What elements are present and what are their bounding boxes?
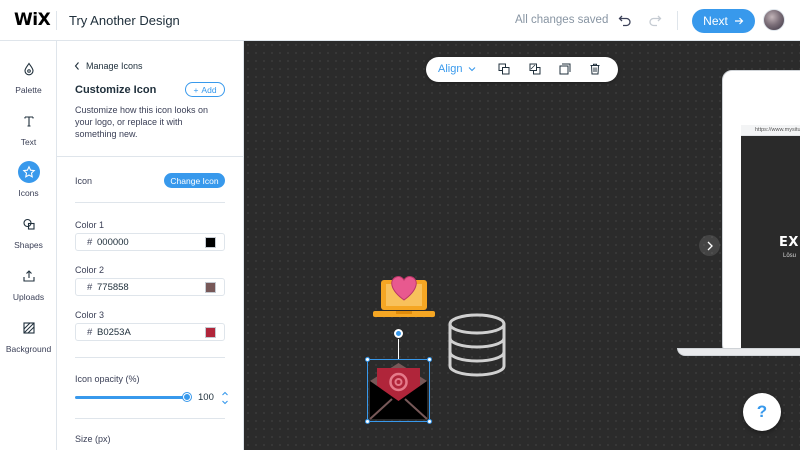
hash-symbol: # — [87, 237, 93, 248]
save-status: All changes saved — [515, 14, 609, 26]
drop-icon — [18, 58, 40, 80]
rail-label: Background — [5, 344, 52, 354]
database-icon[interactable] — [446, 313, 510, 379]
floating-toolbar: Align — [426, 57, 618, 82]
color-3-swatch[interactable] — [205, 327, 216, 338]
color-3-field[interactable]: # B0253A — [75, 323, 225, 341]
plus-icon: + — [193, 84, 199, 95]
chevron-left-icon — [74, 62, 79, 70]
hash-symbol: # — [87, 282, 93, 293]
divider — [75, 357, 225, 358]
hash-symbol: # — [87, 327, 93, 338]
laptop-base — [677, 348, 800, 356]
resize-handle[interactable] — [365, 357, 370, 362]
rail-label: Text — [20, 137, 37, 147]
opacity-label: Icon opacity (%) — [75, 374, 140, 384]
chevron-up-icon — [222, 391, 228, 396]
background-icon — [18, 317, 40, 339]
align-label: Align — [438, 63, 463, 75]
rotate-handle[interactable] — [394, 329, 403, 338]
star-icon — [17, 161, 40, 183]
chevron-right-icon — [707, 241, 713, 250]
color-2-field[interactable]: # 775858 — [75, 278, 225, 296]
design-canvas[interactable]: Align https://www.mysitu EX Lösu ? — [244, 41, 800, 450]
color-3-label: Color 3 — [75, 310, 105, 320]
preview-subtext: Lösu — [783, 253, 797, 259]
rail-label: Shapes — [14, 240, 43, 250]
align-dropdown[interactable]: Align — [438, 63, 476, 75]
change-icon-button[interactable]: Change Icon — [164, 173, 225, 188]
rail-item-uploads[interactable]: Uploads — [0, 265, 57, 311]
resize-handle[interactable] — [427, 357, 432, 362]
next-label: Next — [703, 14, 728, 28]
opacity-slider-thumb[interactable] — [183, 393, 191, 401]
opacity-stepper[interactable] — [220, 390, 230, 406]
selection-box — [367, 359, 430, 422]
divider — [75, 418, 225, 419]
resize-handle[interactable] — [365, 419, 370, 424]
next-button[interactable]: Next — [692, 9, 755, 33]
arrow-right-icon — [734, 17, 744, 25]
upload-icon — [18, 265, 40, 287]
top-bar: WiX Try Another Design All changes saved… — [0, 0, 800, 41]
divider — [677, 11, 678, 30]
arrange-forward-icon[interactable] — [497, 62, 511, 76]
laptop-preview: https://www.mysitu — [722, 70, 800, 356]
color-1-hex[interactable]: 000000 — [97, 237, 129, 248]
color-2-label: Color 2 — [75, 265, 105, 275]
duplicate-icon[interactable] — [558, 62, 572, 76]
panel-description: Customize how this icon looks on your lo… — [75, 105, 209, 139]
next-preview-button[interactable] — [699, 235, 720, 256]
laptop-heart-icon[interactable] — [372, 263, 437, 321]
divider — [75, 202, 225, 203]
add-label: Add — [201, 84, 217, 95]
rail-label: Icons — [18, 188, 39, 198]
color-1-swatch[interactable] — [205, 237, 216, 248]
divider — [56, 11, 57, 30]
customize-icon-panel: Manage Icons Customize Icon + Add Custom… — [57, 41, 244, 450]
help-button[interactable]: ? — [743, 393, 781, 431]
color-1-field[interactable]: # 000000 — [75, 233, 225, 251]
rail-label: Uploads — [12, 292, 45, 302]
opacity-value[interactable]: 100 — [198, 392, 214, 403]
color-3-hex[interactable]: B0253A — [97, 327, 131, 338]
resize-handle[interactable] — [427, 419, 432, 424]
site-name[interactable]: Try Another Design — [69, 13, 180, 28]
shapes-icon — [18, 213, 40, 235]
preview-url: https://www.mysitu — [741, 125, 800, 136]
add-button[interactable]: + Add — [185, 82, 225, 97]
left-rail: Palette Text Icons Shapes Uploads Backgr… — [0, 41, 57, 450]
rail-item-icons[interactable]: Icons — [0, 161, 57, 207]
icon-label: Icon — [75, 176, 93, 186]
color-1-label: Color 1 — [75, 220, 105, 230]
opacity-slider-track[interactable] — [75, 396, 187, 399]
arrange-backward-icon[interactable] — [528, 62, 542, 76]
wix-logo[interactable]: WiX — [14, 10, 51, 30]
divider — [57, 156, 244, 157]
rail-item-background[interactable]: Background — [0, 317, 57, 363]
panel-title: Customize Icon — [75, 84, 157, 96]
size-label: Size (px) — [75, 434, 111, 444]
chevron-down-icon — [222, 400, 228, 405]
rail-item-text[interactable]: Text — [0, 110, 57, 156]
rail-item-palette[interactable]: Palette — [0, 58, 57, 104]
rotate-connector — [398, 339, 399, 359]
color-2-hex[interactable]: 775858 — [97, 282, 129, 293]
back-link-label: Manage Icons — [86, 61, 143, 71]
rail-label: Palette — [15, 85, 42, 95]
back-link[interactable]: Manage Icons — [74, 61, 143, 71]
text-icon — [18, 110, 40, 132]
undo-icon[interactable] — [616, 11, 634, 29]
avatar[interactable] — [763, 9, 785, 31]
preview-brand: EX — [779, 235, 799, 250]
color-2-swatch[interactable] — [205, 282, 216, 293]
delete-icon[interactable] — [588, 62, 602, 76]
chevron-down-icon — [469, 67, 476, 72]
rail-item-shapes[interactable]: Shapes — [0, 213, 57, 259]
redo-icon[interactable] — [646, 11, 664, 29]
